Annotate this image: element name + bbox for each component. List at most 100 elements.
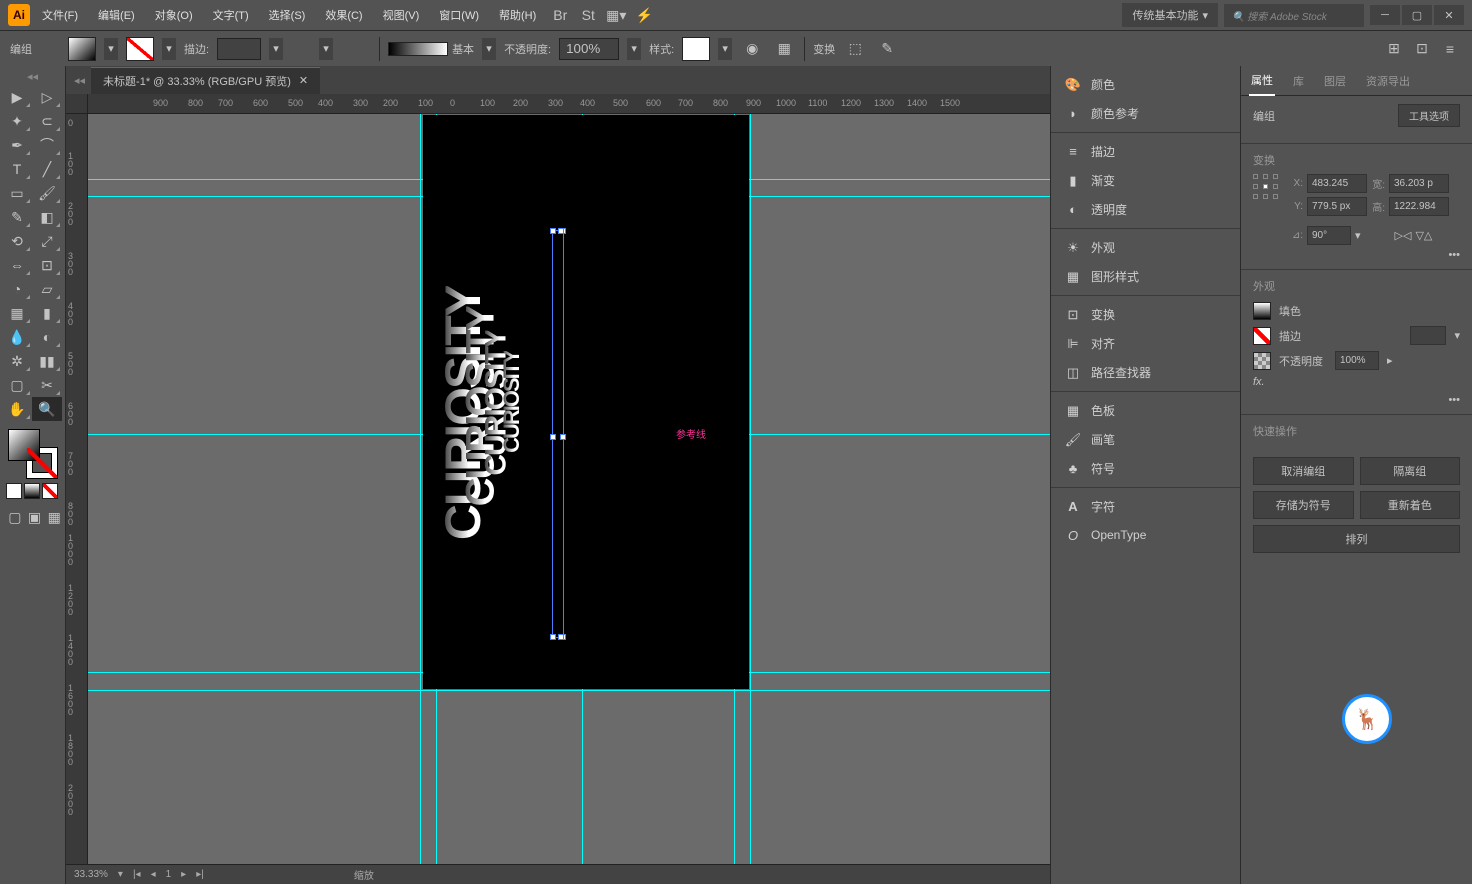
menu-file[interactable]: 文件(F) xyxy=(34,3,86,27)
reference-point-widget[interactable] xyxy=(1253,174,1281,202)
screen-mode-normal[interactable]: ▢ xyxy=(6,505,24,529)
blend-tool[interactable]: ◐ xyxy=(32,325,62,349)
menu-object[interactable]: 对象(O) xyxy=(147,3,201,27)
close-button[interactable]: ✕ xyxy=(1434,5,1464,25)
fill-dropdown[interactable]: ▾ xyxy=(104,38,118,60)
edit-icon[interactable]: ✎ xyxy=(875,37,899,61)
ungroup-button[interactable]: 取消编组 xyxy=(1253,457,1354,485)
fill-stroke-widget[interactable] xyxy=(8,429,58,479)
fx-button[interactable]: fx. xyxy=(1253,376,1265,388)
ruler-origin[interactable] xyxy=(66,94,88,114)
curvature-tool[interactable]: ⌒ xyxy=(32,133,62,157)
width-input[interactable] xyxy=(1389,174,1449,193)
flip-v-icon[interactable]: ▽△ xyxy=(1415,229,1432,242)
eyedropper-tool[interactable]: 💧 xyxy=(2,325,32,349)
perspective-tool[interactable]: ▱ xyxy=(32,277,62,301)
rectangle-tool[interactable]: ▭ xyxy=(2,181,32,205)
guide-h[interactable] xyxy=(88,690,1050,691)
panel-appearance[interactable]: ☀外观 xyxy=(1051,233,1240,262)
prefs-icon[interactable]: ≡ xyxy=(1438,37,1462,61)
zoom-tool[interactable]: 🔍 xyxy=(32,397,62,421)
menu-edit[interactable]: 编辑(E) xyxy=(90,3,143,27)
angle-input[interactable] xyxy=(1307,226,1351,245)
transform-link[interactable]: 变换 xyxy=(813,41,835,57)
flip-h-icon[interactable]: ▷◁ xyxy=(1395,229,1412,242)
workspace-switcher[interactable]: 传统基本功能 ▾ xyxy=(1122,3,1218,27)
panel-swatches[interactable]: ▦色板 xyxy=(1051,396,1240,425)
search-stock-input[interactable]: 🔍 搜索 Adobe Stock xyxy=(1224,4,1364,27)
panel-symbols[interactable]: ♣符号 xyxy=(1051,454,1240,483)
panel-color-guide[interactable]: ◗颜色参考 xyxy=(1051,99,1240,128)
stroke-weight-input[interactable] xyxy=(217,38,261,60)
tab-collapse-icon[interactable]: ◂◂ xyxy=(74,74,85,87)
gradient-tool[interactable]: ▮ xyxy=(32,301,62,325)
panel-gradient[interactable]: ▮渐变 xyxy=(1051,166,1240,195)
isolate-button[interactable]: 隔离组 xyxy=(1360,457,1461,485)
tab-asset-export[interactable]: 资源导出 xyxy=(1364,67,1412,95)
isolate-icon[interactable]: ⬚ xyxy=(843,37,867,61)
stroke-weight-input[interactable] xyxy=(1410,326,1446,345)
minimize-button[interactable]: ─ xyxy=(1370,5,1400,25)
color-mode-fill[interactable] xyxy=(6,483,22,499)
document-tab[interactable]: 未标题-1* @ 33.33% (RGB/GPU 预览)✕ xyxy=(91,67,320,94)
recolor-icon[interactable]: ◉ xyxy=(740,37,764,61)
selection-tool[interactable]: ▶ xyxy=(2,85,32,109)
magic-wand-tool[interactable]: ✦ xyxy=(2,109,32,133)
color-mode-none[interactable] xyxy=(42,483,58,499)
scale-tool[interactable]: ⤢ xyxy=(32,229,62,253)
stroke-dropdown[interactable]: ▾ xyxy=(162,38,176,60)
stock-icon[interactable]: St xyxy=(576,3,600,27)
width-tool[interactable]: ⇔ xyxy=(2,253,32,277)
menu-type[interactable]: 文字(T) xyxy=(205,3,257,27)
color-mode-gradient[interactable] xyxy=(24,483,40,499)
fill-color-swatch[interactable] xyxy=(1253,302,1271,320)
opacity-dd[interactable]: ▾ xyxy=(627,38,641,60)
screen-mode-present[interactable]: ▦ xyxy=(45,505,63,529)
ruler-horizontal[interactable]: 9008007006005004003002001000100200300400… xyxy=(88,94,1050,114)
direct-selection-tool[interactable]: ▷ xyxy=(32,85,62,109)
x-input[interactable] xyxy=(1307,174,1367,193)
bridge-icon[interactable]: Br xyxy=(548,3,572,27)
paintbrush-tool[interactable]: 🖌 xyxy=(32,181,62,205)
line-tool[interactable]: ╱ xyxy=(32,157,62,181)
hand-tool[interactable]: ✋ xyxy=(2,397,32,421)
arrange-docs-icon[interactable]: ▦▾ xyxy=(604,3,628,27)
toolbox-collapse-icon[interactable]: ◂◂ xyxy=(2,70,63,83)
appearance-more-icon[interactable]: ••• xyxy=(1448,394,1460,406)
menu-select[interactable]: 选择(S) xyxy=(261,3,314,27)
page-nav-last[interactable]: ▸| xyxy=(196,869,204,880)
transform-more-icon[interactable]: ••• xyxy=(1448,249,1460,261)
page-nav-first[interactable]: |◂ xyxy=(133,869,141,880)
fill-swatch[interactable] xyxy=(68,37,96,61)
lasso-tool[interactable]: ⊂ xyxy=(32,109,62,133)
opacity-swatch[interactable] xyxy=(1253,352,1271,370)
y-input[interactable] xyxy=(1307,197,1367,216)
brush-dd[interactable]: ▾ xyxy=(482,38,496,60)
arrange-button[interactable]: 排列 xyxy=(1253,525,1460,553)
menu-view[interactable]: 视图(V) xyxy=(375,3,428,27)
stroke-dd[interactable]: ▾ xyxy=(1454,329,1460,342)
align-icon[interactable]: ▦ xyxy=(772,37,796,61)
tab-properties[interactable]: 属性 xyxy=(1249,66,1275,96)
zoom-level[interactable]: 33.33% xyxy=(74,869,108,880)
maximize-button[interactable]: ▢ xyxy=(1402,5,1432,25)
stroke-weight-dd[interactable]: ▾ xyxy=(269,38,283,60)
panel-transform[interactable]: ⊡变换 xyxy=(1051,300,1240,329)
recolor-button[interactable]: 重新着色 xyxy=(1360,491,1461,519)
page-number[interactable]: 1 xyxy=(166,869,172,880)
shape-builder-tool[interactable]: ◔ xyxy=(2,277,32,301)
graph-tool[interactable]: ▮▮ xyxy=(32,349,62,373)
snap-pixel-icon[interactable]: ⊞ xyxy=(1382,37,1406,61)
type-tool[interactable]: T xyxy=(2,157,32,181)
panel-brushes[interactable]: 🖌画笔 xyxy=(1051,425,1240,454)
angle-dd[interactable]: ▾ xyxy=(1355,229,1361,242)
guide-v[interactable] xyxy=(750,114,751,864)
panel-align[interactable]: ⊫对齐 xyxy=(1051,329,1240,358)
eraser-tool[interactable]: ◧ xyxy=(32,205,62,229)
panel-opentype[interactable]: OOpenType xyxy=(1051,521,1240,549)
save-symbol-button[interactable]: 存储为符号 xyxy=(1253,491,1354,519)
panel-graphic-styles[interactable]: ▦图形样式 xyxy=(1051,262,1240,291)
panel-transparency[interactable]: ◐透明度 xyxy=(1051,195,1240,224)
page-nav-prev[interactable]: ◂ xyxy=(151,869,156,880)
gpu-icon[interactable]: ⚡ xyxy=(632,3,656,27)
